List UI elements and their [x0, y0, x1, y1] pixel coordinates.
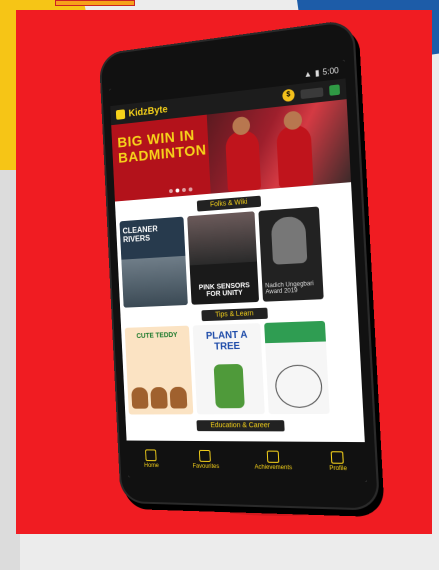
nav-favourites[interactable]: Favourites [192, 450, 220, 470]
card-image [187, 211, 257, 265]
banner-photo [207, 99, 351, 194]
content-card[interactable]: PINK SENSORS FOR UNITY [187, 211, 259, 305]
section-title: Education & Career [197, 420, 284, 431]
bookmark-icon [199, 450, 211, 462]
nav-achievements[interactable]: Achievements [254, 450, 293, 471]
card-image [274, 364, 323, 408]
card-header-image [264, 321, 326, 343]
teddy-bear-icon [150, 387, 168, 409]
brand-name: KidzByte [128, 104, 168, 119]
card-image [271, 216, 308, 265]
nav-profile[interactable]: Profile [328, 451, 347, 472]
teddy-bear-icon [170, 387, 188, 409]
signal-icon: ▲ [304, 69, 313, 79]
card-image [131, 387, 187, 409]
card-image [214, 364, 245, 408]
bottom-nav: Home Favourites Achievements Profile [127, 441, 367, 482]
banner-title: BIG WIN IN BADMINTON [117, 127, 207, 167]
nav-home[interactable]: Home [143, 449, 159, 469]
nav-label: Profile [329, 466, 347, 473]
content-card[interactable]: CUTE TEDDY [125, 326, 194, 415]
carousel-dots [169, 187, 193, 193]
app-screen: ▲ ▮ 5:00 KidzByte $ BIG WIN IN BADMINTON… [109, 60, 366, 482]
phone-mockup: ▲ ▮ 5:00 KidzByte $ BIG WIN IN BADMINTON… [100, 36, 365, 516]
nav-label: Home [144, 463, 159, 469]
profile-icon [331, 451, 344, 464]
content-card[interactable]: Nadich Ungegbari Award 2019 [258, 206, 323, 301]
card-label: Nadich Ungegbari Award 2019 [265, 281, 320, 296]
brand: KidzByte [116, 104, 168, 120]
content-card[interactable]: CLEANER RIVERS [119, 217, 187, 308]
carousel-dot[interactable] [169, 189, 173, 193]
card-label: CUTE TEDDY [128, 332, 187, 341]
content-card[interactable]: PLANT A TREE [193, 323, 265, 414]
points-chip[interactable] [300, 87, 323, 99]
carousel-dot[interactable] [175, 188, 179, 192]
content-card[interactable] [264, 321, 330, 414]
card-row-folks: CLEANER RIVERS PINK SENSORS FOR UNITY Na… [116, 204, 357, 308]
teddy-bear-icon [131, 387, 148, 408]
nav-label: Favourites [192, 464, 219, 470]
carousel-dot[interactable] [182, 188, 186, 192]
section-title: Folks & Wiki [197, 196, 262, 212]
phone-body: ▲ ▮ 5:00 KidzByte $ BIG WIN IN BADMINTON… [99, 19, 380, 511]
card-image [121, 256, 188, 308]
gift-icon[interactable] [329, 84, 340, 96]
section-title: Tips & Learn [202, 308, 268, 322]
player-figure [276, 124, 314, 188]
home-icon [145, 449, 157, 461]
card-label: PINK SENSORS FOR UNITY [193, 282, 255, 299]
top-accent-strip [55, 0, 135, 6]
carousel-dot[interactable] [189, 187, 193, 191]
status-time: 5:00 [322, 65, 339, 76]
coins-icon[interactable]: $ [282, 89, 295, 103]
battery-icon: ▮ [315, 68, 320, 78]
card-row-tips: CUTE TEDDY PLANT A TREE [121, 320, 363, 415]
brand-logo-icon [116, 109, 125, 120]
card-label: PLANT A TREE [196, 329, 259, 353]
appbar-actions: $ [282, 83, 340, 102]
nav-label: Achievements [254, 465, 292, 472]
card-label: CLEANER RIVERS [122, 223, 181, 245]
trophy-icon [266, 451, 279, 463]
player-figure [225, 129, 261, 192]
section-header-education: Education & Career [126, 420, 365, 432]
